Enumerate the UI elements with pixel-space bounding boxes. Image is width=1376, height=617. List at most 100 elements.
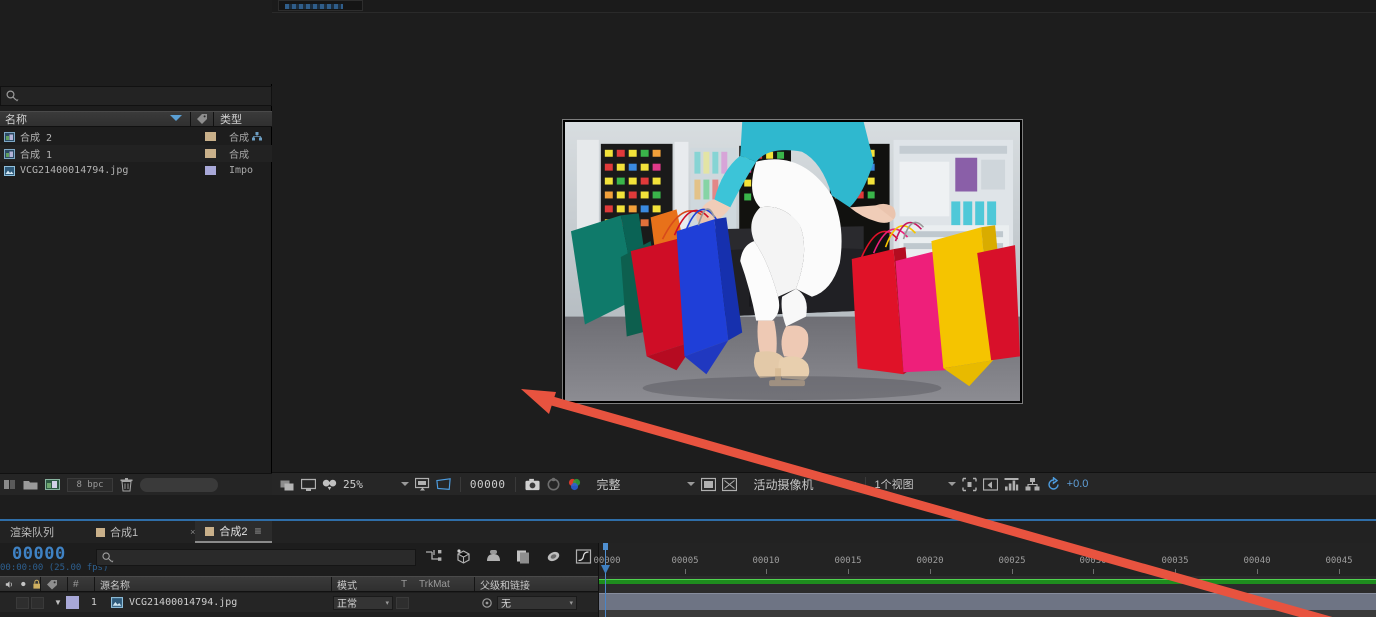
timeline-icon[interactable]	[1004, 477, 1019, 492]
layer-mode-dropdown[interactable]: 正常 ▾	[333, 596, 393, 610]
layer-audio-toggle[interactable]	[16, 597, 29, 609]
hide-shy-layers-icon[interactable]	[485, 548, 502, 565]
project-panel-footer: 8 bpc	[0, 473, 272, 495]
layer-source-name: VCG21400014794.jpg	[129, 597, 237, 608]
transparency-grid-icon[interactable]	[701, 477, 716, 492]
column-header-name[interactable]: 名称	[0, 111, 190, 127]
audio-toggle-icon[interactable]	[5, 579, 14, 590]
layer-parent-dropdown[interactable]: 无 ▾	[497, 596, 577, 610]
frame-blending-icon[interactable]	[515, 548, 532, 565]
lock-toggle-icon[interactable]	[33, 579, 40, 590]
graph-editor-icon[interactable]	[575, 548, 592, 565]
ruler-tick-label: 00015	[834, 556, 861, 566]
ruler-tick-mark	[1175, 569, 1176, 574]
project-item-row[interactable]: 合成 1 合成	[0, 145, 272, 162]
label-color-swatch[interactable]	[205, 132, 216, 141]
ruler-tick-mark	[1339, 569, 1340, 574]
timeline-ruler[interactable]: 00000 00005 00010 00015 00020 00025 0003…	[598, 543, 1376, 576]
viewer-timecode[interactable]: 00000	[470, 478, 506, 491]
show-channel-rgb-icon[interactable]	[567, 477, 582, 492]
column-header-type[interactable]: 类型	[214, 111, 272, 127]
pixel-aspect-correction-icon[interactable]	[962, 477, 977, 492]
work-area-render-bar[interactable]	[599, 579, 1376, 584]
color-depth-button[interactable]: 8 bpc	[67, 478, 113, 492]
viewer-tab-partial[interactable]	[278, 0, 363, 11]
always-preview-icon[interactable]	[280, 477, 295, 492]
source-name-header[interactable]: 源名称	[95, 577, 331, 591]
exposure-value[interactable]: +0.0	[1067, 478, 1089, 490]
project-progress-pill	[140, 478, 218, 492]
composition-frame[interactable]	[562, 119, 1023, 404]
region-of-interest-icon[interactable]	[436, 477, 451, 492]
current-time-indicator-line	[605, 576, 606, 617]
reset-exposure-icon[interactable]	[1046, 477, 1061, 492]
composition-stage[interactable]	[272, 14, 1376, 471]
label-color-swatch[interactable]	[205, 149, 216, 158]
timeline-layer-row[interactable]: ▼ 1 VCG21400014794.jpg 正常 ▾ 无	[0, 593, 598, 612]
ruler-tick-mark	[685, 569, 686, 574]
tab-thumbnail	[285, 4, 343, 9]
tab-composition-1[interactable]: 合成1	[86, 521, 148, 543]
show-last-snapshot-icon[interactable]	[546, 477, 561, 492]
ruler-tick-mark	[1012, 569, 1013, 574]
zoom-level[interactable]: 25%	[343, 478, 363, 491]
interpret-footage-icon[interactable]	[3, 478, 16, 491]
chevron-down-icon[interactable]	[401, 482, 409, 486]
project-search-input[interactable]	[0, 86, 272, 106]
parent-and-link-header[interactable]: 父级和链接	[475, 577, 598, 591]
timeline-track-area[interactable]	[598, 576, 1376, 617]
toggle-mask-icon[interactable]	[722, 477, 737, 492]
color-depth-label: 8 bpc	[76, 480, 103, 490]
after-effects-window: 名称 类型 合成 2	[0, 0, 1376, 617]
project-item-row[interactable]: VCG21400014794.jpg Impo	[0, 162, 272, 179]
column-header-tag[interactable]	[190, 112, 214, 126]
views-count-value[interactable]: 1个视图	[875, 476, 914, 492]
view-layout-value[interactable]: 活动摄像机	[754, 476, 814, 493]
label-color-icon[interactable]	[46, 579, 58, 590]
project-item-name: 合成 2	[20, 129, 205, 144]
current-time-indicator[interactable]	[600, 543, 611, 576]
mode-header[interactable]: 模式	[332, 577, 396, 591]
layer-track-matte-toggle[interactable]	[396, 597, 409, 609]
layer-duration-bar-secondary	[599, 610, 1376, 617]
chevron-down-icon[interactable]	[948, 482, 956, 486]
chevron-down-icon[interactable]	[848, 482, 856, 486]
panel-menu-icon[interactable]: ≡	[255, 524, 262, 538]
motion-blur-icon[interactable]	[545, 548, 562, 565]
new-folder-icon[interactable]	[23, 478, 38, 491]
layer-index: 1	[91, 597, 97, 608]
monitor-icon[interactable]	[301, 477, 316, 492]
comp-flowchart-icon[interactable]	[1025, 477, 1040, 492]
sort-descending-icon[interactable]	[170, 115, 182, 121]
layer-expand-triangle[interactable]: ▼	[54, 598, 62, 607]
delete-icon[interactable]	[120, 478, 133, 492]
ruler-tick-mark	[930, 569, 931, 574]
composition-preview-image	[565, 122, 1020, 401]
tab-composition-1-label: 合成1	[110, 524, 138, 540]
resolution-icon[interactable]	[415, 477, 430, 492]
quality-value[interactable]: 完整	[597, 476, 621, 493]
tab-composition-2[interactable]: 合成2 ≡	[195, 521, 271, 543]
layer-label-color[interactable]	[66, 596, 79, 609]
layer-solo-toggle[interactable]	[31, 597, 44, 609]
ruler-tick-label: 00025	[998, 556, 1025, 566]
draft-3d-icon[interactable]	[455, 548, 472, 565]
3d-glasses-icon[interactable]	[322, 477, 337, 492]
parent-pickwhip-icon[interactable]	[481, 597, 493, 609]
new-composition-icon[interactable]	[45, 478, 60, 491]
timeline-layer-row-partial[interactable]: ▸ 变换	[0, 612, 598, 617]
track-matte-header[interactable]: TrkMat	[414, 577, 474, 591]
label-color-swatch[interactable]	[205, 166, 216, 175]
snapshot-camera-icon[interactable]	[525, 477, 540, 492]
layer-duration-bar[interactable]	[599, 593, 1376, 610]
composition-mini-flowchart-icon[interactable]	[425, 548, 442, 565]
3d-renderer-icon	[252, 132, 262, 141]
composition-viewer-panel: 25% 00000	[272, 0, 1376, 495]
timeline-search-input[interactable]	[96, 549, 416, 566]
project-item-row[interactable]: 合成 2 合成	[0, 128, 272, 145]
fast-previews-icon[interactable]	[983, 477, 998, 492]
tab-render-queue[interactable]: 渲染队列	[0, 521, 64, 543]
current-time-display[interactable]: 00000	[12, 544, 66, 564]
chevron-down-icon[interactable]	[687, 482, 695, 486]
solo-toggle-icon[interactable]	[20, 580, 27, 588]
